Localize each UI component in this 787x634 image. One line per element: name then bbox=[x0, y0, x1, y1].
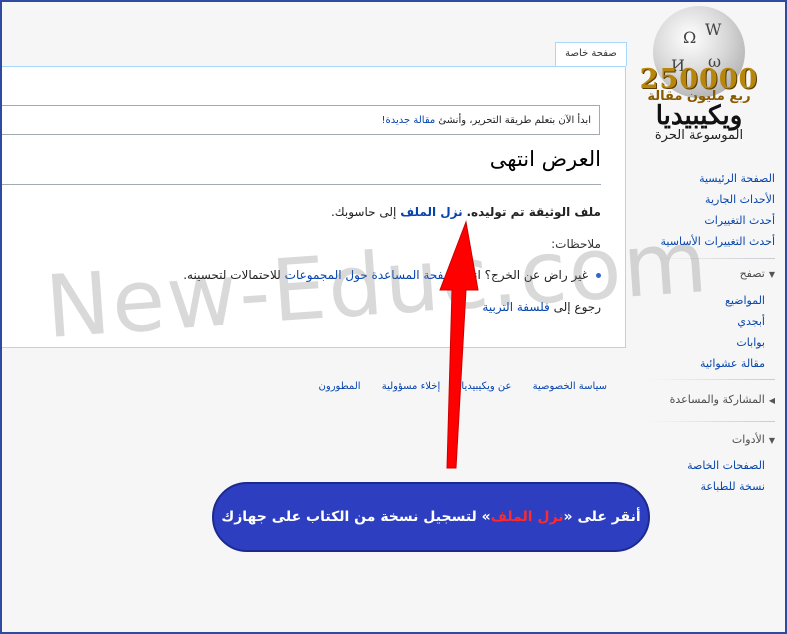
callout-text-post: » لتسجيل نسخة من الكتاب على جهازك bbox=[221, 509, 491, 525]
callout-highlight: نزل الملف bbox=[490, 509, 564, 525]
callout-text-pre: أنقر على « bbox=[563, 509, 641, 525]
instruction-callout: أنقر على «نزل الملف» لتسجيل نسخة من الكت… bbox=[212, 482, 650, 552]
